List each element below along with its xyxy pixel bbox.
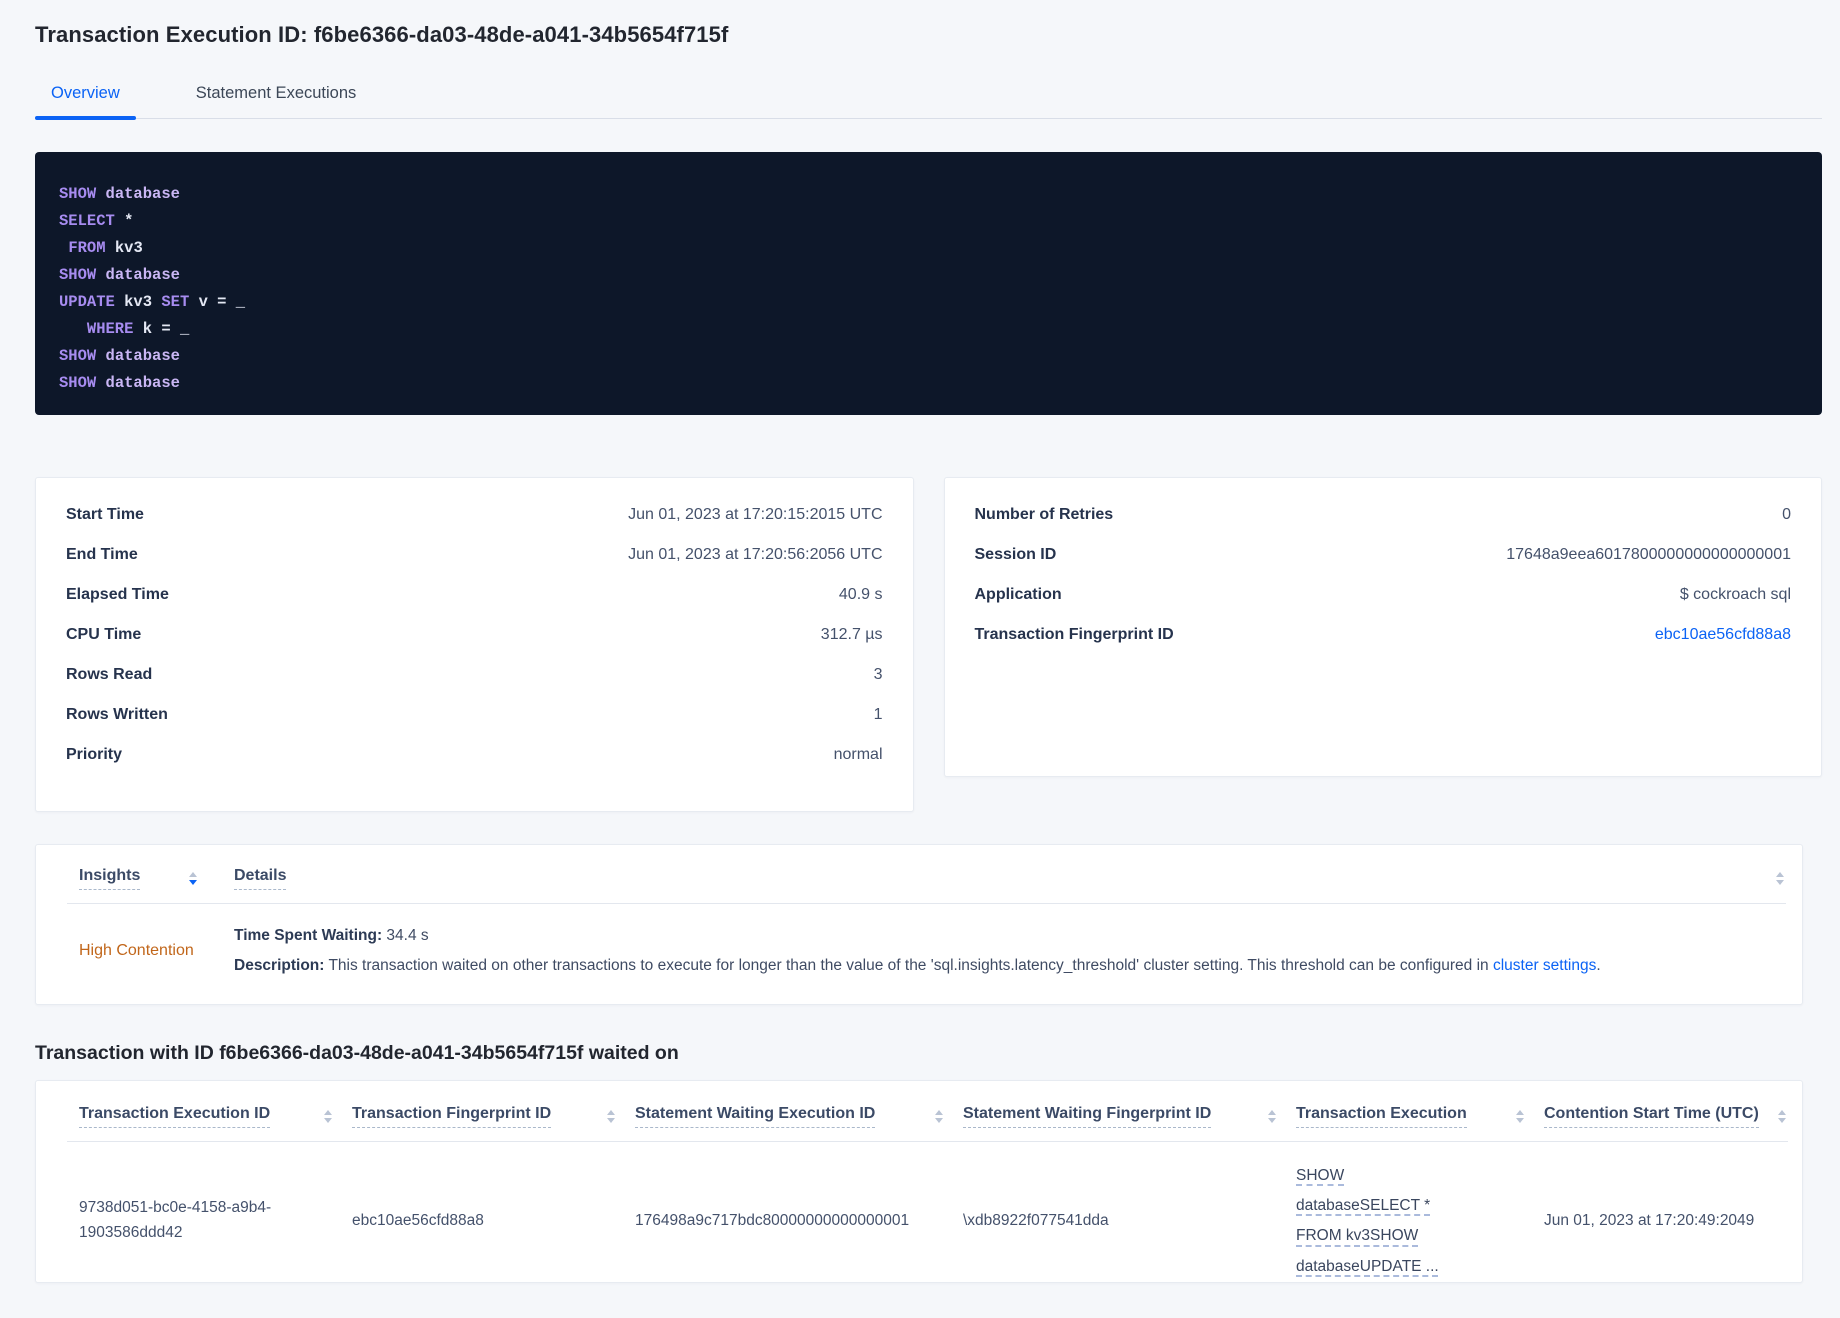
sort-contention-start-time-icon[interactable] — [1776, 1108, 1788, 1125]
sort-txn-execution-id-icon[interactable] — [322, 1108, 334, 1125]
txn-fingerprint-id-value: ebc10ae56cfd88a8 — [352, 1212, 484, 1230]
insights-column-header: Insights — [79, 867, 199, 890]
session-id-value: 17648a9eea6017800000000000000001 — [1506, 546, 1791, 563]
contention-start-time-header[interactable]: Contention Start Time (UTC) — [1544, 1105, 1759, 1128]
txn-execution-id-value: 9738d051-bc0e-4158-a9b4-1903586ddd42 — [79, 1199, 272, 1242]
cpu-time-label: CPU Time — [66, 626, 142, 643]
end-time-label: End Time — [66, 546, 138, 563]
insights-table-header: Insights Details — [79, 845, 1786, 903]
transaction-execution-link[interactable]: SHOW databaseSELECT * FROM kv3SHOW datab… — [1296, 1161, 1468, 1282]
details-header-label[interactable]: Details — [234, 867, 287, 890]
start-time-value: Jun 01, 2023 at 17:20:15:2015 UTC — [628, 506, 883, 523]
stmt-waiting-fingerprint-id-header[interactable]: Statement Waiting Fingerprint ID — [963, 1105, 1212, 1128]
time-spent-waiting-value: 34.4 s — [382, 927, 429, 944]
application-value: $ cockroach sql — [1679, 586, 1791, 603]
sort-insights-icon[interactable] — [187, 870, 199, 887]
tab-overview[interactable]: Overview — [35, 74, 136, 120]
start-time-label: Start Time — [66, 506, 144, 523]
waited-on-table: Transaction Execution ID Transaction Fin… — [35, 1079, 1803, 1283]
description-text: This transaction waited on other transac… — [324, 956, 1493, 974]
details-column-header: Details — [234, 867, 1786, 890]
col-stmt-waiting-execution-id: Statement Waiting Execution ID — [635, 1105, 945, 1128]
rows-written-label: Rows Written — [66, 706, 168, 723]
transaction-execution-header[interactable]: Transaction Execution — [1296, 1105, 1467, 1128]
sort-details-icon[interactable] — [1774, 870, 1786, 887]
time-spent-waiting: Time Spent Waiting: 34.4 s — [234, 926, 1786, 947]
priority-value: normal — [833, 746, 883, 763]
rows-read-value: 3 — [873, 666, 883, 683]
txn-fingerprint-id-header[interactable]: Transaction Fingerprint ID — [352, 1105, 552, 1128]
col-txn-fingerprint-id: Transaction Fingerprint ID — [352, 1105, 617, 1128]
insights-header-label[interactable]: Insights — [79, 867, 141, 890]
elapsed-time-value: 40.9 s — [838, 586, 883, 603]
stmt-waiting-execution-id-cell: 176498a9c717bdc80000000000000001 — [635, 1212, 945, 1230]
session-card: Number of Retries 0 Session ID 17648a9ee… — [943, 477, 1822, 777]
waited-on-table-header: Transaction Execution ID Transaction Fin… — [79, 1081, 1788, 1141]
table-row: 9738d051-bc0e-4158-a9b4-1903586ddd42 ebc… — [79, 1142, 1788, 1282]
page-title: Transaction Execution ID: f6be6366-da03-… — [35, 22, 729, 47]
description-label: Description: — [234, 956, 325, 974]
application-label: Application — [974, 586, 1062, 603]
sort-transaction-execution-icon[interactable] — [1514, 1108, 1526, 1125]
txn-fingerprint-label: Transaction Fingerprint ID — [974, 626, 1174, 643]
cpu-time-value: 312.7 µs — [820, 626, 883, 643]
contention-start-time-cell: Jun 01, 2023 at 17:20:49:2049 — [1544, 1212, 1788, 1230]
time-spent-waiting-label: Time Spent Waiting: — [234, 927, 383, 944]
kv-row-rows-read: Rows Read 3 — [66, 655, 883, 695]
col-txn-execution-id: Transaction Execution ID — [79, 1105, 334, 1128]
insight-description: Description: This transaction waited on … — [234, 956, 1786, 977]
col-contention-start-time: Contention Start Time (UTC) — [1544, 1105, 1788, 1128]
kv-row-priority: Priority normal — [66, 735, 883, 775]
insight-row: High Contention Time Spent Waiting: 34.4… — [79, 904, 1786, 1004]
insights-table: Insights Details High Contention Time Sp… — [35, 844, 1803, 1005]
stmt-waiting-execution-id-value: 176498a9c717bdc80000000000000001 — [635, 1212, 910, 1230]
waited-on-heading: Transaction with ID f6be6366-da03-48de-a… — [35, 1041, 679, 1064]
kv-row-retries: Number of Retries 0 — [975, 495, 1792, 535]
description-suffix: . — [1596, 956, 1601, 974]
kv-row-elapsed-time: Elapsed Time 40.9 s — [66, 575, 883, 615]
sort-txn-fingerprint-id-icon[interactable] — [605, 1108, 617, 1125]
kv-row-end-time: End Time Jun 01, 2023 at 17:20:56:2056 U… — [66, 535, 883, 575]
elapsed-time-label: Elapsed Time — [66, 586, 169, 603]
insight-type-badge: High Contention — [79, 942, 194, 960]
timing-card: Start Time Jun 01, 2023 at 17:20:15:2015… — [35, 477, 914, 812]
end-time-value: Jun 01, 2023 at 17:20:56:2056 UTC — [628, 546, 883, 563]
retries-label: Number of Retries — [974, 506, 1114, 523]
transaction-execution-cell: SHOW databaseSELECT * FROM kv3SHOW datab… — [1296, 1161, 1526, 1282]
priority-label: Priority — [66, 746, 123, 763]
cluster-settings-link[interactable]: cluster settings — [1493, 957, 1596, 974]
txn-execution-id-cell: 9738d051-bc0e-4158-a9b4-1903586ddd42 — [79, 1196, 334, 1246]
stmt-waiting-fingerprint-id-value: \xdb8922f077541dda — [963, 1212, 1109, 1230]
txn-fingerprint-id-cell: ebc10ae56cfd88a8 — [352, 1212, 617, 1230]
retries-value: 0 — [1782, 506, 1791, 523]
kv-row-cpu-time: CPU Time 312.7 µs — [66, 615, 883, 655]
session-id-label: Session ID — [974, 546, 1057, 563]
kv-row-rows-written: Rows Written 1 — [66, 695, 883, 735]
stmt-waiting-fingerprint-id-cell: \xdb8922f077541dda — [963, 1212, 1278, 1230]
transaction-details-page: Transaction Execution ID: f6be6366-da03-… — [0, 0, 1840, 1283]
tab-bar: Overview Statement Executions — [35, 74, 1822, 120]
txn-fingerprint-link[interactable]: ebc10ae56cfd88a8 — [1655, 626, 1791, 644]
kv-row-session-id: Session ID 17648a9eea6017800000000000000… — [975, 535, 1792, 575]
col-transaction-execution: Transaction Execution — [1296, 1105, 1526, 1128]
tab-statement-executions[interactable]: Statement Executions — [180, 74, 373, 118]
kv-row-start-time: Start Time Jun 01, 2023 at 17:20:15:2015… — [66, 495, 883, 535]
contention-start-time-value: Jun 01, 2023 at 17:20:49:2049 — [1544, 1212, 1755, 1230]
stmt-waiting-execution-id-header[interactable]: Statement Waiting Execution ID — [635, 1105, 876, 1128]
col-stmt-waiting-fingerprint-id: Statement Waiting Fingerprint ID — [963, 1105, 1278, 1128]
rows-read-label: Rows Read — [66, 666, 153, 683]
sql-statements: SHOW database SELECT * FROM kv3 SHOW datab… — [35, 152, 1822, 415]
txn-execution-id-header[interactable]: Transaction Execution ID — [79, 1105, 271, 1128]
kv-row-application: Application $ cockroach sql — [975, 575, 1792, 615]
sort-stmt-waiting-fingerprint-id-icon[interactable] — [1266, 1108, 1278, 1125]
insight-details: Time Spent Waiting: 34.4 s Description: … — [234, 926, 1786, 977]
sort-stmt-waiting-execution-id-icon[interactable] — [933, 1108, 945, 1125]
rows-written-value: 1 — [873, 706, 883, 723]
kv-row-txn-fingerprint: Transaction Fingerprint ID ebc10ae56cfd8… — [975, 615, 1792, 655]
summary-cards: Start Time Jun 01, 2023 at 17:20:15:2015… — [35, 477, 1822, 812]
